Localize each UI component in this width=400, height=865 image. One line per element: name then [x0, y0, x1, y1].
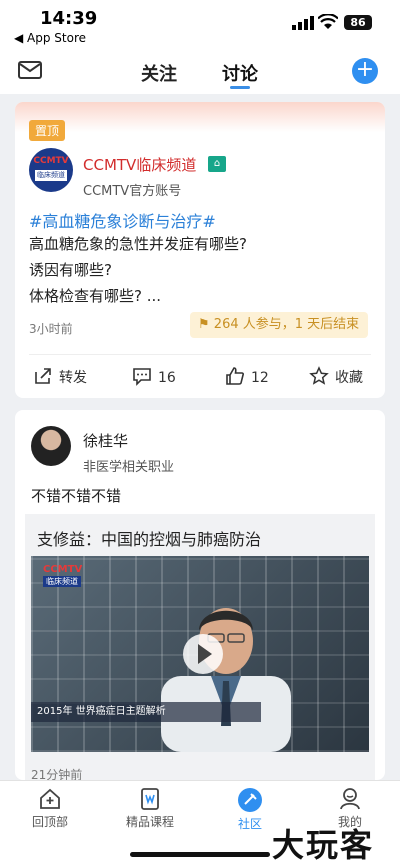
flag-icon: ⚑	[198, 317, 210, 332]
divider	[29, 354, 371, 355]
video-logo: CCMTV	[43, 564, 83, 575]
profile-icon	[340, 788, 360, 810]
courses-icon	[141, 788, 159, 810]
like-button[interactable]: 12	[225, 366, 269, 386]
status-bar: 14:39 ◀ App Store 86	[0, 0, 400, 50]
post-line: 诱因有哪些?	[29, 261, 112, 279]
post-content: 不错不错不错	[31, 487, 122, 505]
add-post-button[interactable]: +	[352, 58, 378, 84]
active-tab-indicator	[230, 86, 250, 89]
nav-label: 社区	[237, 817, 262, 831]
shared-content[interactable]: 支修益：中国的控烟与肺癌防治 CCMTV 临床频道 2015年 世界癌症日主题解…	[25, 514, 375, 780]
nav-back-to-top[interactable]: 回顶部	[10, 787, 90, 830]
forward-label: 转发	[59, 370, 87, 386]
avatar[interactable]	[31, 426, 71, 466]
logo-text: CCMTV	[33, 156, 69, 166]
logo-subtext: 临床频道	[35, 170, 67, 181]
star-icon	[309, 366, 329, 385]
tab-discuss[interactable]: 讨论	[222, 60, 258, 86]
user-post-card[interactable]: 徐桂华 非医学相关职业 不错不错不错 支修益：中国的控烟与肺癌防治 CCMTV …	[15, 410, 385, 780]
account-avatar[interactable]: CCMTV 临床频道	[29, 148, 73, 192]
account-name[interactable]: CCMTV临床频道	[83, 154, 196, 175]
collect-label: 收藏	[335, 370, 363, 386]
participation-badge[interactable]: ⚑ 264 人参与，1 天后结束	[190, 312, 368, 338]
comment-button[interactable]: 16	[132, 366, 176, 386]
community-icon	[238, 788, 262, 812]
pinned-badge: 置顶	[29, 120, 66, 141]
participation-text: 264 人参与，1 天后结束	[213, 317, 360, 332]
account-subtitle: CCMTV官方账号	[83, 184, 182, 199]
official-badge-icon: ⌂	[208, 156, 226, 172]
shared-title: 支修益：中国的控烟与肺癌防治	[37, 530, 262, 549]
thumbs-up-icon	[226, 367, 244, 385]
post-time: 21分钟前	[31, 768, 83, 780]
video-caption: 2015年 世界癌症日主题解析	[31, 702, 261, 722]
play-icon[interactable]	[183, 634, 223, 674]
like-count: 12	[251, 370, 269, 386]
comment-count: 16	[158, 370, 176, 386]
home-indicator	[130, 852, 270, 857]
post-time: 3小时前	[29, 322, 73, 336]
back-to-app-store[interactable]: ◀ App Store	[14, 31, 86, 45]
nav-courses[interactable]: 精品课程	[110, 787, 190, 830]
tab-follow[interactable]: 关注	[141, 60, 177, 86]
presenter-figure	[161, 608, 291, 752]
topic-hashtag[interactable]: #高血糖危象诊断与治疗#	[29, 208, 216, 232]
nav-label: 回顶部	[31, 815, 68, 829]
share-icon	[35, 368, 51, 384]
top-nav: 关注 讨论 +	[0, 50, 400, 94]
back-to-top-icon	[40, 788, 60, 809]
mail-icon[interactable]	[18, 60, 42, 80]
user-name[interactable]: 徐桂华	[83, 430, 128, 451]
nav-label: 精品课程	[125, 815, 174, 829]
post-line: 高血糖危象的急性并发症有哪些?	[29, 235, 247, 253]
video-thumbnail[interactable]: CCMTV 临床频道 2015年 世界癌症日主题解析	[31, 556, 369, 752]
comment-icon	[133, 368, 151, 386]
battery-indicator: 86	[344, 15, 372, 30]
watermark: 大玩客	[272, 826, 375, 864]
video-logo-sub: 临床频道	[43, 576, 81, 587]
user-role: 非医学相关职业	[83, 460, 175, 475]
post-line: 体格检查有哪些? ...	[29, 287, 162, 305]
signal-icon	[292, 16, 314, 30]
collect-button[interactable]: 收藏	[309, 366, 363, 387]
wifi-icon	[318, 14, 338, 29]
forward-button[interactable]: 转发	[33, 366, 87, 387]
status-time: 14:39	[40, 8, 98, 29]
pinned-post-card[interactable]: 置顶 CCMTV 临床频道 CCMTV临床频道 ⌂ CCMTV官方账号 #高血糖…	[15, 102, 385, 398]
